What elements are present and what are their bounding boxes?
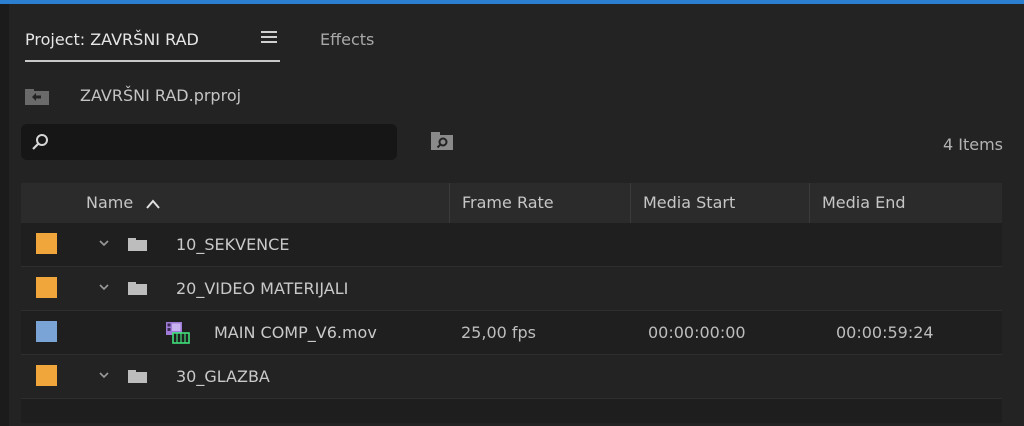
video-clip-icon bbox=[166, 322, 190, 344]
panel-left-edge bbox=[0, 4, 9, 426]
table-row[interactable]: 10_SEKVENCE bbox=[21, 223, 1002, 267]
label-color-swatch[interactable] bbox=[36, 277, 57, 298]
folder-icon bbox=[128, 282, 147, 295]
sort-ascending-icon bbox=[146, 198, 161, 209]
item-count: 4 Items bbox=[942, 135, 1003, 154]
project-path-row: ZAVRŠNI RAD.prproj bbox=[9, 80, 1009, 112]
search-icon bbox=[32, 134, 48, 150]
clip-name: MAIN COMP_V6.mov bbox=[214, 323, 377, 342]
column-header-media-start[interactable]: Media Start bbox=[630, 183, 809, 223]
chevron-down-icon[interactable] bbox=[98, 281, 110, 293]
folder-up-icon[interactable] bbox=[25, 89, 49, 105]
column-header-label[interactable] bbox=[21, 183, 71, 223]
column-header-name-label: Name bbox=[86, 193, 134, 212]
project-panel: Project: ZAVRŠNI RAD Effects ZAVRŠNI RAD… bbox=[0, 0, 1024, 426]
label-color-swatch[interactable] bbox=[36, 365, 57, 386]
table-row[interactable]: 30_GLAZBA bbox=[21, 355, 1002, 399]
cell-frame-rate: 25,00 fps bbox=[461, 323, 537, 342]
bin-name: 20_VIDEO MATERIJALI bbox=[176, 279, 349, 298]
search-box[interactable] bbox=[21, 124, 397, 162]
table-row[interactable]: MAIN COMP_V6.mov 25,00 fps 00:00:00:00 0… bbox=[21, 311, 1002, 355]
cell-media-end: 00:00:59:24 bbox=[836, 323, 934, 342]
project-items-table: Name Frame Rate Media Start Media End 10… bbox=[21, 183, 1002, 423]
column-header-media-end-label: Media End bbox=[822, 193, 906, 212]
chevron-down-icon[interactable] bbox=[98, 237, 110, 249]
active-tab-indicator bbox=[25, 60, 280, 62]
label-color-swatch[interactable] bbox=[36, 321, 57, 342]
column-header-frame-rate[interactable]: Frame Rate bbox=[449, 183, 630, 223]
search-input[interactable] bbox=[57, 124, 391, 162]
folder-icon bbox=[128, 370, 147, 383]
folder-icon bbox=[128, 238, 147, 251]
table-empty-area[interactable] bbox=[21, 399, 1002, 423]
project-file-name: ZAVRŠNI RAD.prproj bbox=[80, 86, 242, 105]
tab-effects[interactable]: Effects bbox=[320, 30, 374, 49]
column-header-media-end[interactable]: Media End bbox=[809, 183, 1002, 223]
tab-project[interactable]: Project: ZAVRŠNI RAD bbox=[25, 30, 199, 49]
label-color-swatch[interactable] bbox=[36, 233, 57, 254]
cell-media-start: 00:00:00:00 bbox=[648, 323, 746, 342]
table-header: Name Frame Rate Media Start Media End bbox=[21, 183, 1002, 223]
bin-name: 30_GLAZBA bbox=[176, 367, 270, 386]
bin-name: 10_SEKVENCE bbox=[176, 235, 290, 254]
chevron-down-icon[interactable] bbox=[98, 369, 110, 381]
tab-effects-label: Effects bbox=[320, 30, 375, 49]
bin-search-icon[interactable] bbox=[431, 131, 453, 151]
tab-project-label: Project: ZAVRŠNI RAD bbox=[25, 30, 199, 49]
panel-tab-bar: Project: ZAVRŠNI RAD Effects bbox=[9, 4, 1024, 70]
column-header-media-start-label: Media Start bbox=[643, 193, 736, 212]
hamburger-icon[interactable] bbox=[261, 28, 277, 44]
table-row[interactable]: 20_VIDEO MATERIJALI bbox=[21, 267, 1002, 311]
column-header-frame-rate-label: Frame Rate bbox=[462, 193, 554, 212]
column-header-name[interactable]: Name bbox=[71, 183, 449, 223]
